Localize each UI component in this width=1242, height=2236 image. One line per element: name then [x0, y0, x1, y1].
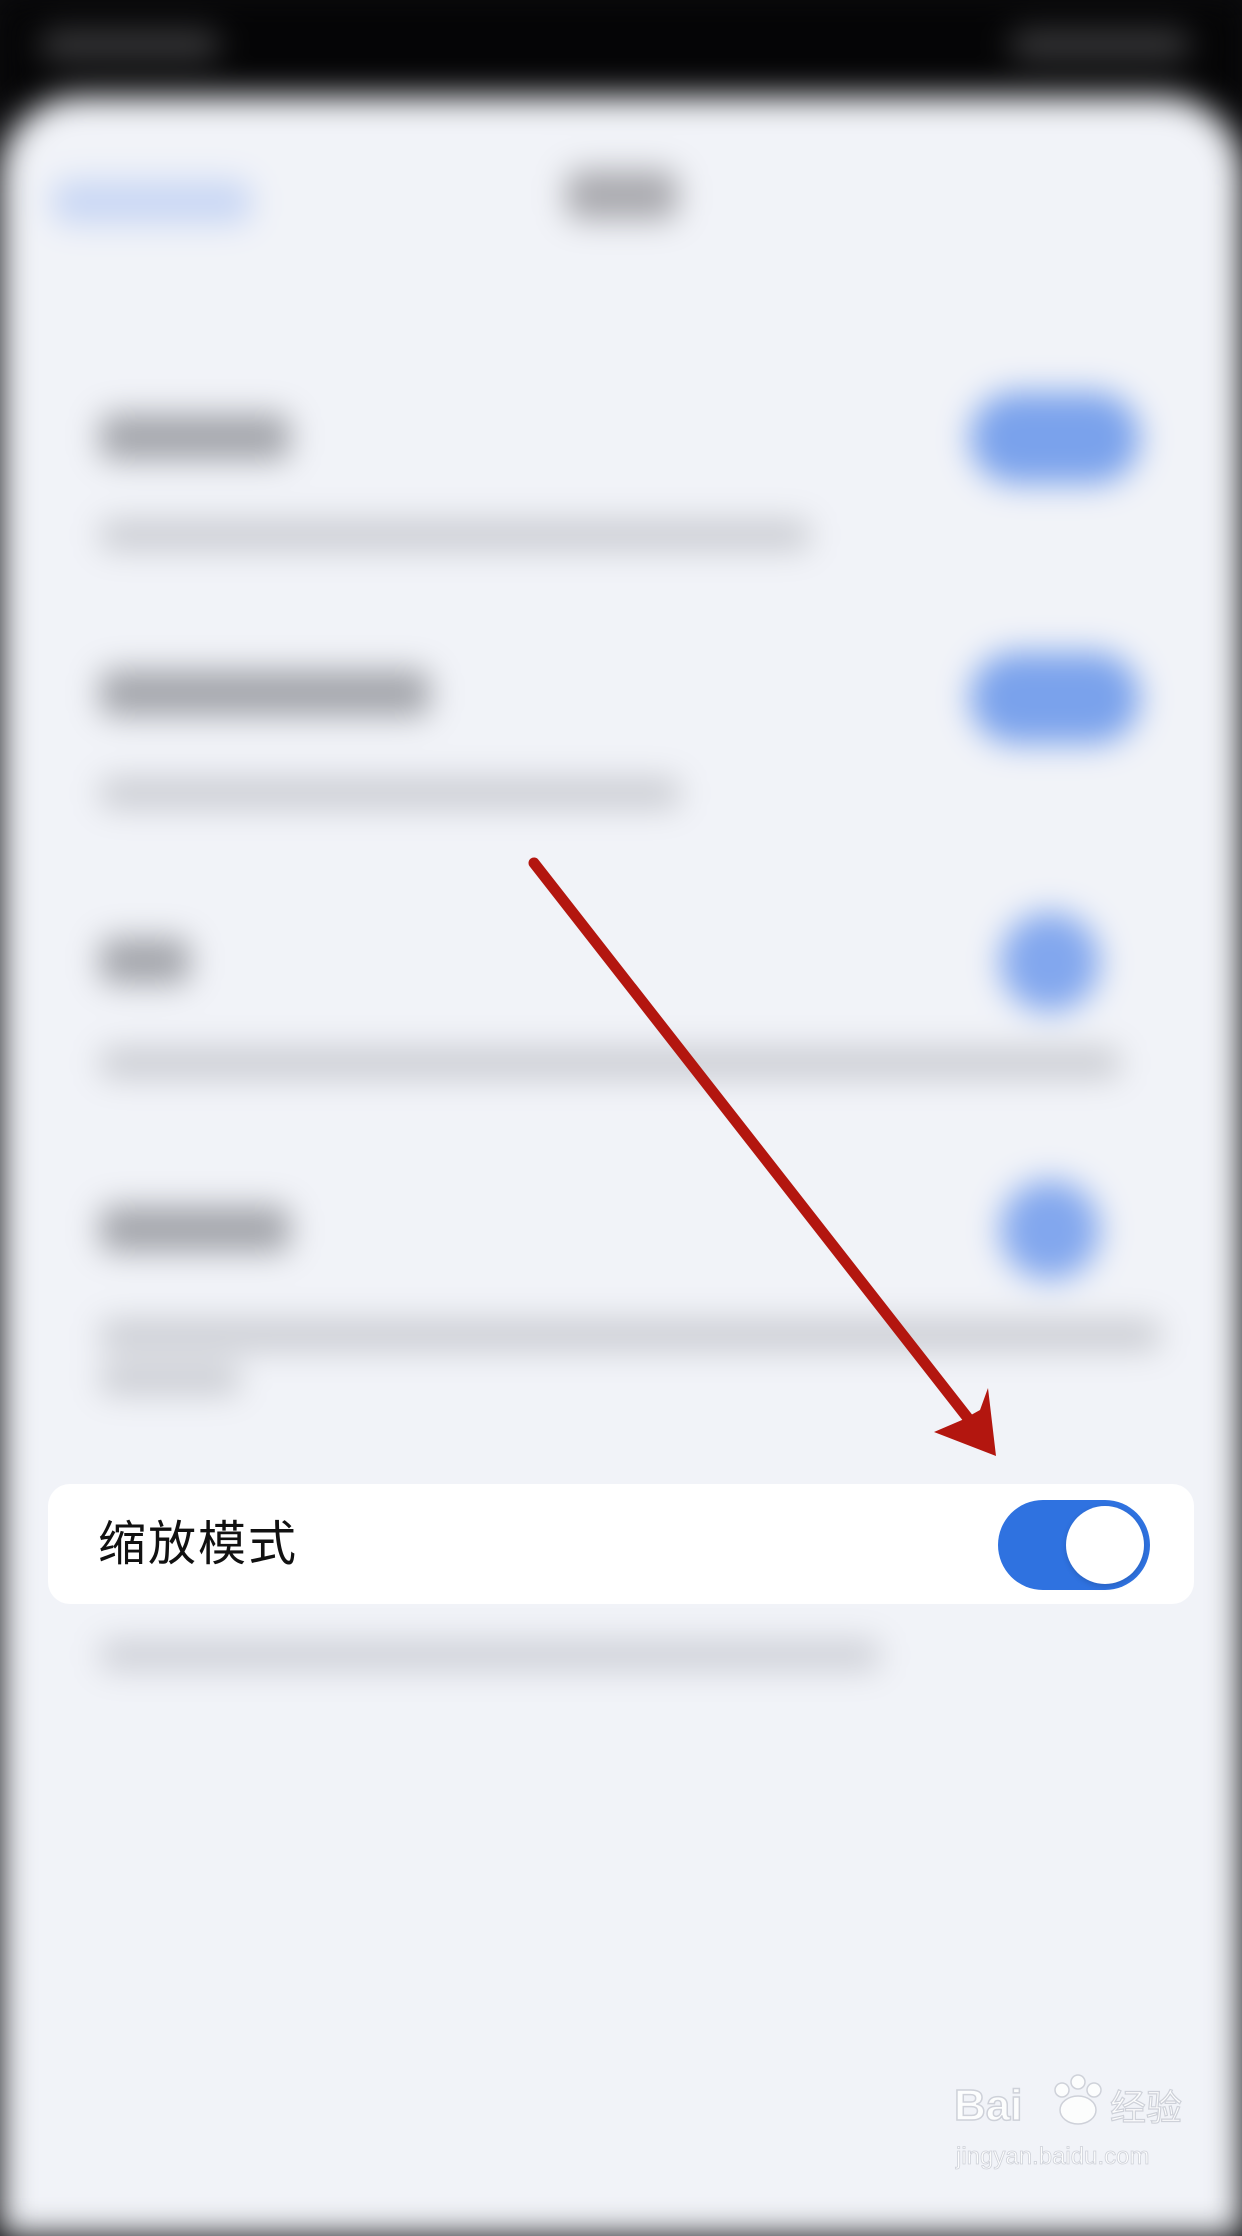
baidu-jingyan-watermark: Bai 经验 jingyan.baidu.com — [953, 2074, 1183, 2170]
radio-blurred — [1000, 912, 1100, 1012]
row-description-line2 — [100, 1364, 240, 1394]
blurred-background — [0, 0, 1242, 2236]
back-button — [52, 180, 252, 224]
toggle-blurred — [970, 652, 1140, 744]
zoom-mode-label: 缩放模式 — [98, 1516, 299, 1572]
row-title — [100, 1206, 290, 1252]
row-description — [100, 778, 680, 808]
status-bar — [0, 0, 1242, 110]
footer-description — [100, 1640, 880, 1670]
zoom-mode-card: 缩放模式 — [48, 1484, 1194, 1604]
svg-text:经验: 经验 — [1110, 2088, 1182, 2129]
row-description — [100, 1320, 1160, 1350]
svg-text:jingyan.baidu.com: jingyan.baidu.com — [955, 2143, 1149, 2170]
row-title — [100, 938, 190, 984]
row-description — [100, 1048, 1120, 1078]
row-title — [100, 670, 430, 716]
row-title — [100, 414, 290, 460]
radio-blurred — [1000, 1180, 1100, 1280]
page-title — [566, 170, 678, 220]
toggle-knob — [1066, 1506, 1144, 1584]
zoom-mode-toggle[interactable] — [998, 1500, 1150, 1590]
status-icons — [1010, 30, 1190, 60]
status-time — [40, 30, 220, 60]
svg-text:Bai: Bai — [954, 2081, 1022, 2130]
row-description — [100, 520, 810, 550]
toggle-blurred — [970, 392, 1140, 484]
